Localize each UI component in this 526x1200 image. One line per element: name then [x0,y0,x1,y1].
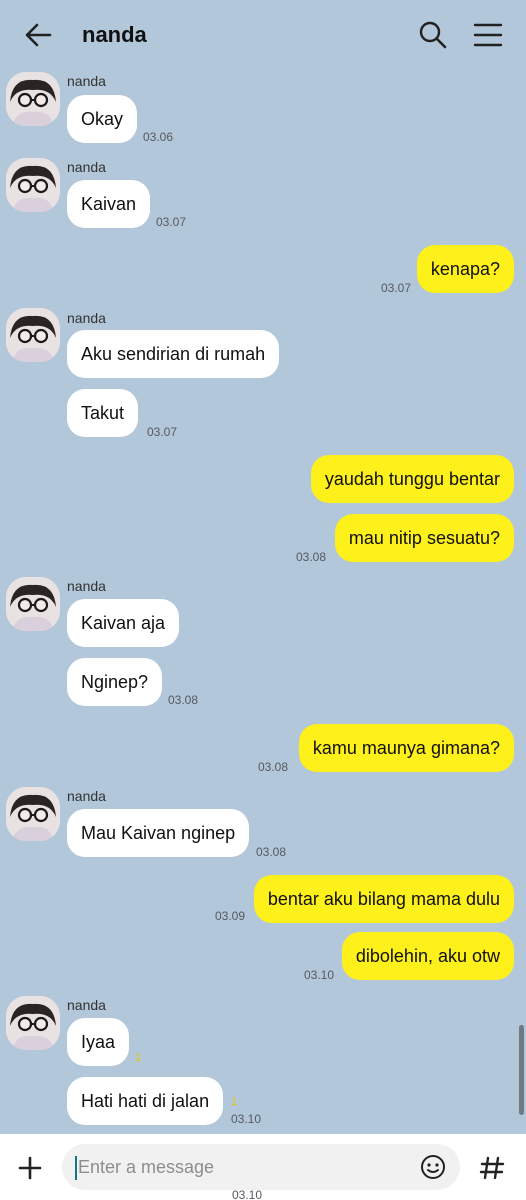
back-arrow-icon[interactable] [22,20,56,50]
unread-count: 1 [231,1096,238,1108]
message-time: 03.10 [231,1112,262,1126]
sender-name: nanda [67,310,106,326]
incoming-message[interactable]: Aku sendirian di rumah [67,330,280,378]
message-time: 03.08 [168,693,199,707]
message-input[interactable] [78,1144,408,1190]
message-time: 03.10 [304,968,335,982]
menu-icon[interactable] [472,20,504,50]
hashtag-icon[interactable] [474,1150,510,1186]
incoming-message[interactable]: Mau Kaivan nginep [67,809,250,857]
sender-name: nanda [67,73,106,89]
scrollbar[interactable] [519,1025,524,1115]
message-time: 03.10 [232,1188,263,1200]
unread-count: 1 [135,1052,142,1064]
incoming-message[interactable]: Nginep? [67,658,163,706]
outgoing-message[interactable]: yaudah tunggu bentar [310,455,514,503]
incoming-message[interactable]: Okay [67,95,138,143]
message-time: 03.09 [215,909,246,923]
emoji-icon[interactable] [420,1154,446,1180]
avatar[interactable] [6,577,60,631]
message-input-bar [0,1134,526,1200]
sender-name: nanda [67,788,106,804]
incoming-message[interactable]: Hati hati di jalan [67,1077,224,1125]
message-time: 03.08 [296,550,327,564]
sender-name: nanda [67,997,106,1013]
outgoing-message[interactable]: dibolehin, aku otw [341,932,514,980]
message-input-container[interactable] [62,1144,460,1190]
sender-name: nanda [67,578,106,594]
outgoing-message[interactable]: mau nitip sesuatu? [334,514,514,562]
sender-name: nanda [67,159,106,175]
message-time: 03.08 [258,760,289,774]
plus-icon[interactable] [12,1150,48,1186]
outgoing-message[interactable]: kenapa? [416,245,514,293]
message-time: 03.06 [143,130,174,144]
search-icon[interactable] [418,20,448,50]
message-time: 03.07 [147,425,178,439]
text-caret [75,1156,77,1180]
chat-title: nanda [82,22,147,47]
message-time: 03.07 [156,215,187,229]
message-time: 03.08 [256,845,287,859]
incoming-message[interactable]: Takut [67,389,139,437]
avatar[interactable] [6,996,60,1050]
outgoing-message[interactable]: kamu maunya gimana? [298,724,514,772]
incoming-message[interactable]: Kaivan aja [67,599,180,647]
avatar[interactable] [6,72,60,126]
message-time: 03.07 [381,281,412,295]
incoming-message[interactable]: Iyaa [67,1018,130,1066]
avatar[interactable] [6,787,60,841]
outgoing-message[interactable]: bentar aku bilang mama dulu [253,875,514,923]
avatar[interactable] [6,308,60,362]
chat-header: nanda [0,0,526,68]
avatar[interactable] [6,158,60,212]
incoming-message[interactable]: Kaivan [67,180,151,228]
